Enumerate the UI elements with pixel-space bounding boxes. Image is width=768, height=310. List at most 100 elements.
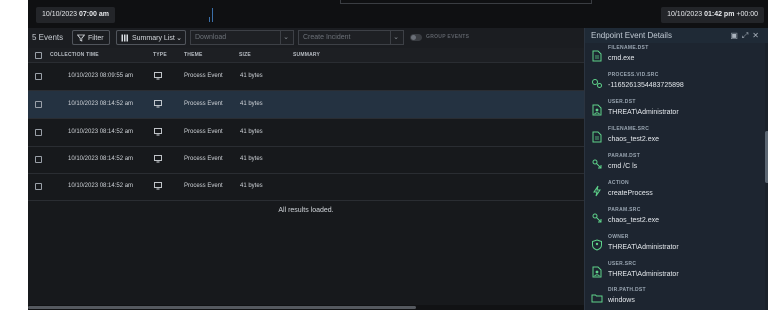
size: 41 bytes xyxy=(240,129,263,135)
events-toolbar: 5 Events Filter Summary List ⌄ Download … xyxy=(28,28,584,48)
view-select[interactable]: Summary List ⌄ xyxy=(116,30,186,45)
property-value[interactable]: THREAT\Administrator xyxy=(608,270,679,279)
group-events-label: GROUP EVENTS xyxy=(426,34,470,40)
monitor-icon xyxy=(154,128,162,136)
results-status: All results loaded. xyxy=(278,207,334,214)
end-date: 10/10/2023 xyxy=(667,11,703,18)
table-row[interactable]: 10/10/2023 08:14:52 am Process Event 41 … xyxy=(28,91,584,119)
timeline-range-box xyxy=(340,0,592,4)
param-icon xyxy=(592,213,602,223)
download-placeholder: Download xyxy=(195,34,227,41)
collection-time: 10/10/2023 08:14:52 am xyxy=(68,156,134,162)
table-header: COLLECTION TIME TYPE THEME SIZE SUMMARY xyxy=(28,48,584,63)
chevron-down-icon: ⌄ xyxy=(176,35,182,42)
list-icon xyxy=(121,34,128,42)
property-value[interactable]: -1165261354483725898 xyxy=(608,81,684,90)
timeline-start: 10/10/2023 07:00 am xyxy=(36,7,115,23)
column-theme[interactable]: THEME xyxy=(184,52,203,59)
collection-time: 10/10/2023 08:14:52 am xyxy=(68,129,134,135)
create-incident-select[interactable]: Create Incident ⌄ xyxy=(298,30,404,45)
property-key: FILENAME.DST xyxy=(608,45,649,51)
row-checkbox[interactable] xyxy=(35,73,42,80)
size: 41 bytes xyxy=(240,101,263,107)
property-key: PARAM.DST xyxy=(608,153,641,159)
table-row[interactable]: 10/10/2023 08:14:52 am Process Event 41 … xyxy=(28,173,584,201)
property-value[interactable]: createProcess xyxy=(608,189,653,198)
column-summary[interactable]: SUMMARY xyxy=(293,52,320,59)
property-filename-dst: FILENAME.DST cmd.exe xyxy=(585,44,765,70)
property-value[interactable]: cmd.exe xyxy=(608,54,634,63)
select-all-checkbox[interactable] xyxy=(35,52,42,59)
group-events-toggle[interactable] xyxy=(410,34,422,41)
create-incident-placeholder: Create Incident xyxy=(303,34,351,41)
param-icon xyxy=(592,159,602,169)
event-details-panel: Endpoint Event Details ▣⤢✕ FILENAME.DST … xyxy=(584,28,768,310)
row-checkbox[interactable] xyxy=(35,183,42,190)
property-value[interactable]: cmd /C ls xyxy=(608,162,637,171)
dock-icon[interactable]: ▣ xyxy=(730,31,742,40)
property-key: USER.SRC xyxy=(608,261,637,267)
file-icon xyxy=(592,50,602,62)
row-checkbox[interactable] xyxy=(35,129,42,136)
user-file-icon xyxy=(592,266,602,278)
event-count: 5 Events xyxy=(32,33,64,42)
collection-time: 10/10/2023 08:14:52 am xyxy=(68,183,134,189)
column-size[interactable]: SIZE xyxy=(239,52,251,59)
start-date: 10/10/2023 xyxy=(42,11,78,18)
file-icon xyxy=(592,131,602,143)
timeline-end: 10/10/2023 01:42 pm +00:00 xyxy=(661,7,764,23)
property-key: OWNER xyxy=(608,234,629,240)
theme: Process Event xyxy=(184,156,223,162)
table-row[interactable]: 10/10/2023 08:09:55 am Process Event 41 … xyxy=(28,63,584,91)
size: 41 bytes xyxy=(240,183,263,189)
property-key: ACTION xyxy=(608,180,629,186)
monitor-icon xyxy=(154,72,162,80)
table-row[interactable]: 10/10/2023 08:14:52 am Process Event 41 … xyxy=(28,146,584,174)
size: 41 bytes xyxy=(240,73,263,79)
row-checkbox[interactable] xyxy=(35,101,42,108)
filter-button[interactable]: Filter xyxy=(72,30,110,45)
theme: Process Event xyxy=(184,73,223,79)
property-key: USER.DST xyxy=(608,99,636,105)
row-checkbox[interactable] xyxy=(35,156,42,163)
property-key: DIR.PATH.DST xyxy=(608,287,646,293)
column-collection-time[interactable]: COLLECTION TIME xyxy=(50,52,99,59)
user-file-icon xyxy=(592,104,602,116)
size: 41 bytes xyxy=(240,156,263,162)
property-user-src: USER.SRC THREAT\Administrator xyxy=(585,260,765,286)
monitor-icon xyxy=(154,100,162,108)
column-type[interactable]: TYPE xyxy=(153,52,167,59)
table-row[interactable]: 10/10/2023 08:14:52 am Process Event 41 … xyxy=(28,119,584,147)
shield-icon xyxy=(592,239,602,251)
property-filename-src: FILENAME.SRC chaos_test2.exe xyxy=(585,125,765,151)
timeline-marker xyxy=(212,8,213,22)
chevron-down-icon: ⌄ xyxy=(280,31,291,44)
timeline-marker-small xyxy=(209,17,210,22)
filter-icon xyxy=(77,34,85,42)
close-icon[interactable]: ✕ xyxy=(752,31,763,40)
bolt-icon xyxy=(593,185,601,197)
start-time: 07:00 am xyxy=(79,11,109,18)
property-value[interactable]: THREAT\Administrator xyxy=(608,243,679,252)
property-value[interactable]: THREAT\Administrator xyxy=(608,108,679,117)
app-window: 10/10/2023 07:00 am 10/10/2023 01:42 pm … xyxy=(28,0,768,310)
panel-actions: ▣⤢✕ xyxy=(730,30,763,41)
property-action: ACTION createProcess xyxy=(585,179,765,205)
property-value[interactable]: windows xyxy=(608,296,635,305)
property-param-dst: PARAM.DST cmd /C ls xyxy=(585,152,765,178)
folder-icon xyxy=(591,294,603,303)
property-process-vid-src: PROCESS.VID.SRC -1165261354483725898 xyxy=(585,71,765,97)
horizontal-scrollbar[interactable] xyxy=(28,305,584,310)
panel-header: Endpoint Event Details ▣⤢✕ xyxy=(585,28,768,43)
timeline-bar[interactable]: 10/10/2023 07:00 am 10/10/2023 01:42 pm … xyxy=(28,0,768,28)
property-value[interactable]: chaos_test2.exe xyxy=(608,135,659,144)
property-value[interactable]: chaos_test2.exe xyxy=(608,216,659,225)
collection-time: 10/10/2023 08:14:52 am xyxy=(68,101,134,107)
gears-icon xyxy=(592,79,602,88)
download-select[interactable]: Download ⌄ xyxy=(190,30,294,45)
events-table: COLLECTION TIME TYPE THEME SIZE SUMMARY … xyxy=(28,48,584,310)
property-user-dst: USER.DST THREAT\Administrator xyxy=(585,98,765,124)
expand-icon[interactable]: ⤢ xyxy=(742,31,752,40)
view-label: Summary List xyxy=(132,35,175,42)
horizontal-scroll-thumb[interactable] xyxy=(28,306,416,309)
